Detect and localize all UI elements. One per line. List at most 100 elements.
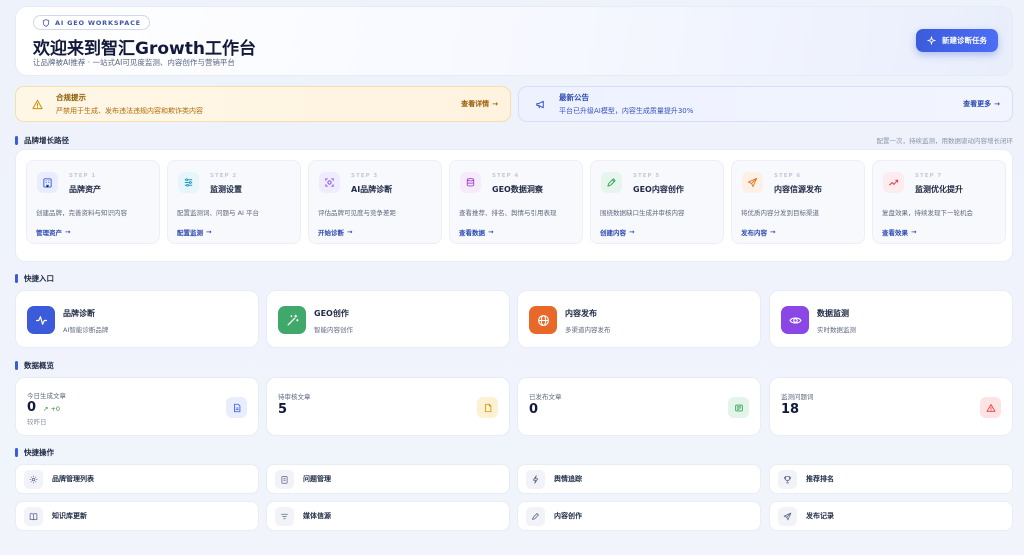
- stat-trend: ↗ +0: [43, 405, 60, 413]
- step-link-label: 查看数据: [459, 229, 485, 237]
- stat-value: 0: [529, 402, 539, 417]
- stat-value: 5: [278, 402, 288, 417]
- op-content-create[interactable]: 内容创作: [517, 501, 761, 531]
- step-number: STEP 7: [915, 173, 943, 179]
- step-description: 围绕数据缺口生成并审核内容: [600, 209, 685, 217]
- compliance-details-link[interactable]: 查看详情 →: [461, 99, 498, 109]
- step-link-configure-monitor[interactable]: 配置监测 →: [177, 227, 211, 237]
- op-label: 媒体信源: [303, 512, 331, 520]
- op-label: 发布记录: [806, 512, 834, 520]
- op-media-sources[interactable]: 媒体信源: [266, 501, 510, 531]
- op-label: 品牌管理列表: [52, 475, 94, 483]
- stat-label: 已发布文章: [529, 393, 562, 401]
- announcement-more-link[interactable]: 查看更多 →: [963, 99, 1000, 109]
- stat-trend-value: +0: [50, 405, 61, 413]
- sparkle-icon: [927, 36, 936, 45]
- entry-brand-diagnosis[interactable]: 品牌诊断 AI智能诊断品牌: [15, 290, 259, 348]
- stat-sub: 较昨日: [27, 418, 47, 426]
- entry-title: 内容发布: [565, 309, 597, 318]
- step-link-manage-assets[interactable]: 管理资产 →: [36, 227, 70, 237]
- op-label: 内容创作: [554, 512, 582, 520]
- op-brand-list[interactable]: 品牌管理列表: [15, 464, 259, 494]
- book-icon: [24, 506, 43, 526]
- step-description: 评估品牌可见度与竞争差距: [318, 209, 396, 217]
- step-link-label: 管理资产: [36, 229, 62, 237]
- overview-title: 数据概览: [24, 360, 54, 370]
- op-label: 推荐排名: [806, 475, 834, 483]
- step-link-publish-content[interactable]: 发布内容 →: [741, 227, 775, 237]
- step-number: STEP 1: [69, 173, 97, 179]
- trophy-icon: [778, 469, 797, 489]
- send-icon: [742, 172, 763, 193]
- entry-title: 数据监测: [817, 309, 849, 318]
- overview-header: 数据概览: [15, 359, 1013, 371]
- announcement-desc: 平台已升级AI模型，内容生成质量提升30%: [559, 107, 694, 115]
- send-icon: [778, 506, 797, 526]
- megaphone-icon: [531, 95, 549, 113]
- op-publish-records[interactable]: 发布记录: [769, 501, 1013, 531]
- new-diagnosis-button[interactable]: 新建诊断任务: [916, 29, 998, 52]
- op-knowledge-update[interactable]: 知识库更新: [15, 501, 259, 531]
- step-card-optimize[interactable]: STEP 7 监测优化提升 复盘效果，持续发现下一轮机会 查看效果 →: [872, 160, 1006, 244]
- entry-data-monitor[interactable]: 数据监测 实时数据监测: [769, 290, 1013, 348]
- op-sentiment-tracking[interactable]: 舆情追踪: [517, 464, 761, 494]
- trend-icon: [883, 172, 904, 193]
- step-number: STEP 2: [210, 173, 238, 179]
- step-description: 配置监测词、问题与 AI 平台: [177, 209, 259, 217]
- database-icon: [460, 172, 481, 193]
- stat-pending-review: 待审核文章 5: [266, 377, 510, 436]
- bolt-icon: [526, 469, 545, 489]
- building-icon: [37, 172, 58, 193]
- compliance-desc: 严禁用于生成、发布违法违规内容和欺诈类内容: [56, 107, 203, 115]
- step-card-brand-assets[interactable]: STEP 1 品牌资产 创建品牌，完善资料与知识内容 管理资产 →: [26, 160, 160, 244]
- stat-value: 0: [27, 400, 37, 415]
- entry-title: GEO创作: [314, 309, 349, 318]
- hero-banner: AI GEO WORKSPACE 欢迎来到智汇Growth工作台 让品牌被AI推…: [15, 6, 1013, 76]
- step-link-create-content[interactable]: 创建内容 →: [600, 227, 634, 237]
- stat-today-generated: 今日生成文章 0 ↗ +0 较昨日: [15, 377, 259, 436]
- arrow-right-icon: →: [206, 228, 212, 236]
- op-label: 舆情追踪: [554, 475, 582, 483]
- step-description: 创建品牌，完善资料与知识内容: [36, 209, 127, 217]
- compliance-title: 合规提示: [56, 93, 86, 102]
- arrow-right-icon: →: [629, 228, 635, 236]
- step-description: 查看推荐、排名、舆情与引用表现: [459, 209, 557, 217]
- step-title: GEO数据洞察: [492, 185, 543, 194]
- pen-icon: [526, 506, 545, 526]
- arrow-right-icon: →: [911, 228, 917, 236]
- step-link-label: 配置监测: [177, 229, 203, 237]
- announcement-title: 最新公告: [559, 93, 589, 102]
- announcement-notice: 最新公告 平台已升级AI模型，内容生成质量提升30% 查看更多 →: [518, 86, 1013, 122]
- gear-icon: [24, 469, 43, 489]
- alert-icon: [980, 397, 1001, 418]
- workspace-badge: AI GEO WORKSPACE: [33, 15, 150, 30]
- announcement-more-label: 查看更多: [963, 100, 992, 108]
- entry-content-publish[interactable]: 内容发布 多渠道内容发布: [517, 290, 761, 348]
- ops-title: 快捷操作: [24, 447, 54, 457]
- op-label: 知识库更新: [52, 512, 87, 520]
- arrow-right-icon: →: [488, 228, 494, 236]
- step-number: STEP 6: [774, 173, 802, 179]
- pulse-icon: [27, 306, 55, 334]
- compliance-details-label: 查看详情: [461, 100, 490, 108]
- step-link-view-results[interactable]: 查看效果 →: [882, 227, 916, 237]
- newspaper-icon: [728, 397, 749, 418]
- step-card-monitor-settings[interactable]: STEP 2 监测设置 配置监测词、问题与 AI 平台 配置监测 →: [167, 160, 301, 244]
- step-link-start-diagnosis[interactable]: 开始诊断 →: [318, 227, 352, 237]
- warning-icon: [28, 95, 46, 113]
- step-number: STEP 4: [492, 173, 520, 179]
- step-number: STEP 5: [633, 173, 661, 179]
- step-card-geo-content[interactable]: STEP 5 GEO内容创作 围绕数据缺口生成并审核内容 创建内容 →: [590, 160, 724, 244]
- step-card-geo-insights[interactable]: STEP 4 GEO数据洞察 查看推荐、排名、舆情与引用表现 查看数据 →: [449, 160, 583, 244]
- step-card-content-publish[interactable]: STEP 6 内容信源发布 将优质内容分发到目标渠道 发布内容 →: [731, 160, 865, 244]
- step-card-ai-diagnosis[interactable]: STEP 3 AI品牌诊断 评估品牌可见度与竞争差距 开始诊断 →: [308, 160, 442, 244]
- op-recommend-ranking[interactable]: 推荐排名: [769, 464, 1013, 494]
- document-icon: [226, 397, 247, 418]
- entry-geo-create[interactable]: GEO创作 智能内容创作: [266, 290, 510, 348]
- step-link-view-data[interactable]: 查看数据 →: [459, 227, 493, 237]
- stat-label: 监测问题词: [781, 393, 814, 401]
- step-title: GEO内容创作: [633, 185, 684, 194]
- op-question-manage[interactable]: 问题管理: [266, 464, 510, 494]
- arrow-right-icon: →: [347, 228, 353, 236]
- growth-section-title: 品牌增长路径: [24, 135, 69, 145]
